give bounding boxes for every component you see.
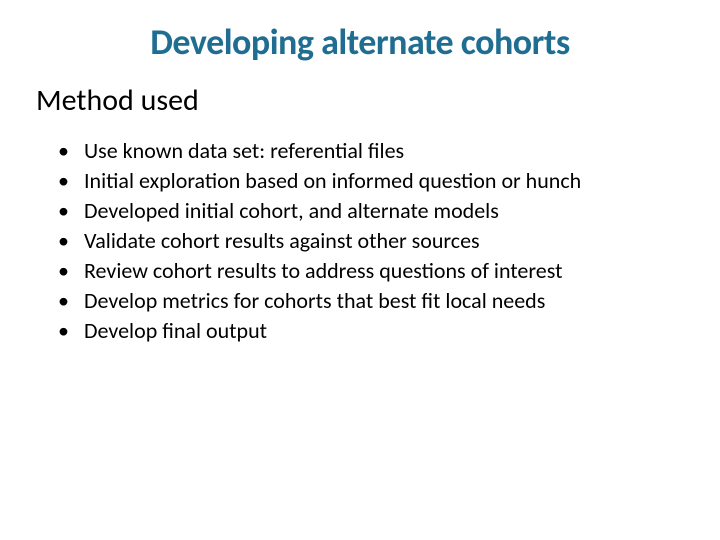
list-item: Initial exploration based on informed qu…	[58, 166, 680, 196]
list-item: Developed initial cohort, and alternate …	[58, 196, 680, 226]
list-item: Validate cohort results against other so…	[58, 226, 680, 256]
bullet-list: Use known data set: referential files In…	[58, 136, 680, 346]
list-item: Review cohort results to address questio…	[58, 256, 680, 286]
slide-title: Developing alternate cohorts	[0, 20, 720, 64]
list-item: Develop metrics for cohorts that best fi…	[58, 286, 680, 316]
list-item: Develop final output	[58, 316, 680, 346]
slide-subheading: Method used	[36, 82, 199, 119]
slide: Developing alternate cohorts Method used…	[0, 0, 720, 540]
list-item: Use known data set: referential files	[58, 136, 680, 166]
